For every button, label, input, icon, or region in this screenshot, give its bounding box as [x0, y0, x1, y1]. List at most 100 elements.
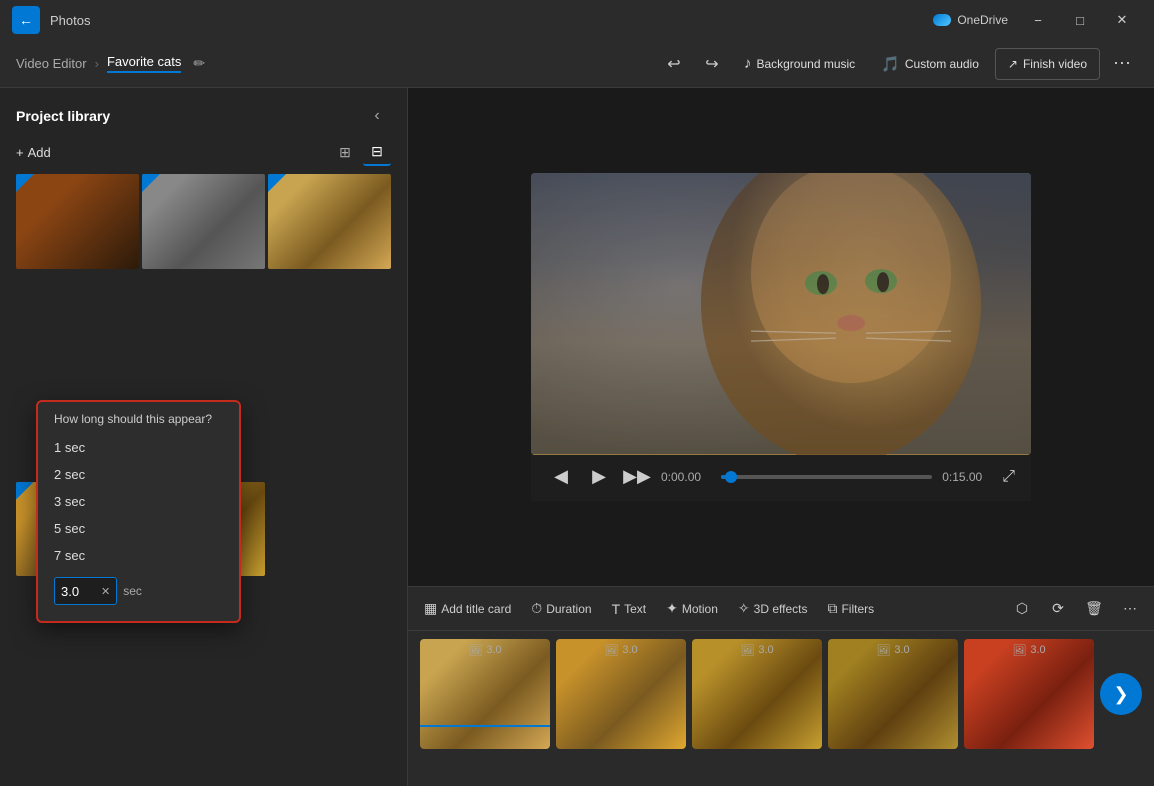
add-title-card-button[interactable]: ▦ Add title card — [416, 594, 519, 624]
library-toolbar: + Add ⊞ ⊟ — [0, 138, 407, 174]
minimize-button[interactable]: − — [1018, 6, 1058, 34]
skip-forward-button[interactable]: ▶▶ — [623, 463, 651, 491]
add-media-button[interactable]: + Add — [16, 145, 51, 160]
maximize-button[interactable]: □ — [1060, 6, 1100, 34]
timeline-item[interactable]: 🖼 3.0 — [964, 639, 1094, 749]
fullscreen-button[interactable]: ⤢ — [1002, 468, 1015, 486]
duration-option-5sec[interactable]: 5 sec — [38, 515, 239, 542]
timeline-item-footer: 🖼 3.0 — [692, 639, 822, 661]
redo-button[interactable]: ↪ — [696, 48, 728, 80]
finish-video-button[interactable]: ↗ Finish video — [995, 48, 1100, 80]
more-options-button[interactable]: ⋯ — [1106, 48, 1138, 80]
music-icon: ♪ — [744, 55, 752, 72]
finish-icon: ↗ — [1008, 57, 1018, 71]
play-button[interactable]: ▶ — [585, 463, 613, 491]
image-icon: 🖼 — [604, 644, 618, 657]
rotate-button[interactable]: ⟳ — [1042, 594, 1074, 624]
motion-button[interactable]: ✦ Motion — [658, 594, 726, 624]
3d-effects-button[interactable]: ✧ 3D effects — [730, 594, 816, 624]
duration-option-1sec[interactable]: 1 sec — [38, 434, 239, 461]
image-icon: 🖼 — [876, 644, 890, 657]
timeline-item[interactable]: 🖼 3.0 — [692, 639, 822, 749]
add-title-label: Add title card — [441, 602, 511, 616]
image-icon: 🖼 — [1012, 644, 1026, 657]
timeline-item-footer: 🖼 3.0 — [964, 639, 1094, 661]
total-time: 0:15.00 — [942, 470, 992, 484]
motion-icon: ✦ — [666, 600, 678, 617]
grid-view-button[interactable]: ⊞ — [331, 138, 359, 166]
breadcrumb-parent: Video Editor — [16, 56, 87, 71]
video-controls: ◀ ▶ ▶▶ 0:00.00 0:15.00 ⤢ — [531, 455, 1031, 501]
thumb-corner-indicator — [268, 174, 286, 192]
custom-duration-input[interactable] — [61, 584, 97, 599]
duration-button[interactable]: ⏱ Duration — [523, 594, 599, 624]
clear-custom-input[interactable]: ✕ — [101, 585, 110, 598]
timeline-item[interactable]: 🖼 3.0 — [828, 639, 958, 749]
title-card-icon: ▦ — [424, 600, 437, 617]
edit-title-icon[interactable]: ✏ — [193, 55, 205, 72]
timeline-duration: 3.0 — [1030, 644, 1045, 656]
project-library-header: Project library ‹ — [0, 88, 407, 138]
current-time: 0:00.00 — [661, 470, 711, 484]
text-button[interactable]: T Text — [604, 594, 655, 624]
text-label: Text — [624, 602, 646, 616]
timeline-duration: 3.0 — [894, 644, 909, 656]
collapse-panel-button[interactable]: ‹ — [363, 102, 391, 130]
media-thumb[interactable] — [142, 174, 265, 269]
onedrive-label: OneDrive — [957, 13, 1008, 27]
right-panel: ◀ ▶ ▶▶ 0:00.00 0:15.00 ⤢ — [408, 88, 1154, 786]
progress-bar[interactable] — [721, 475, 932, 479]
custom-audio-button[interactable]: 🎵 Custom audio — [871, 48, 989, 80]
filters-button[interactable]: ⧉ Filters — [819, 594, 882, 624]
more-strip-button[interactable]: ⋯ — [1114, 594, 1146, 624]
media-thumb[interactable] — [268, 174, 391, 269]
thumb-corner-indicator — [16, 174, 34, 192]
timeline-duration: 3.0 — [622, 644, 637, 656]
undo-button[interactable]: ↩ — [658, 48, 690, 80]
timeline-item-footer: 🖼 3.0 — [420, 639, 550, 661]
controls-row: ◀ ▶ ▶▶ 0:00.00 0:15.00 ⤢ — [547, 463, 1015, 491]
back-icon: ← — [19, 12, 33, 28]
effects-label: 3D effects — [754, 602, 808, 616]
duration-option-3sec[interactable]: 3 sec — [38, 488, 239, 515]
bottom-strip: ▦ Add title card ⏱ Duration T Text ✦ Mot… — [408, 586, 1154, 786]
duration-popup: How long should this appear? 1 sec 2 sec… — [36, 400, 241, 623]
video-canvas — [531, 173, 1031, 454]
timeline-duration: 3.0 — [486, 644, 501, 656]
video-frame — [531, 173, 1031, 454]
motion-label: Motion — [682, 602, 718, 616]
duration-icon: ⏱ — [531, 600, 542, 617]
app-toolbar: Video Editor › Favorite cats ✏ ↩ ↪ ♪ Bac… — [0, 40, 1154, 88]
duration-option-2sec[interactable]: 2 sec — [38, 461, 239, 488]
media-thumb[interactable] — [16, 174, 139, 269]
delete-button[interactable]: 🗑 — [1078, 594, 1110, 624]
breadcrumb-current: Favorite cats — [107, 54, 181, 73]
duration-label: Duration — [546, 602, 591, 616]
finish-video-label: Finish video — [1023, 57, 1087, 71]
background-music-button[interactable]: ♪ Background music — [734, 48, 865, 80]
titlebar: ← Photos OneDrive − □ ✕ — [0, 0, 1154, 40]
strip-toolbar: ▦ Add title card ⏱ Duration T Text ✦ Mot… — [408, 587, 1154, 631]
timeline-row: 🖼 3.0 🖼 3.0 🖼 3.0 — [408, 631, 1154, 757]
progress-thumb[interactable] — [725, 471, 737, 483]
timeline-item[interactable]: 🖼 3.0 — [556, 639, 686, 749]
custom-unit-label: sec — [123, 584, 142, 598]
duration-option-7sec[interactable]: 7 sec — [38, 542, 239, 569]
back-button[interactable]: ← — [12, 6, 40, 34]
image-icon: 🖼 — [740, 644, 754, 657]
next-slide-button[interactable]: ❯ — [1100, 673, 1142, 715]
project-library-title: Project library — [16, 108, 110, 124]
video-preview: ◀ ▶ ▶▶ 0:00.00 0:15.00 ⤢ — [408, 88, 1154, 586]
timeline-duration: 3.0 — [758, 644, 773, 656]
app-name: Photos — [50, 13, 923, 28]
close-button[interactable]: ✕ — [1102, 6, 1142, 34]
skip-back-button[interactable]: ◀ — [547, 463, 575, 491]
filters-label: Filters — [841, 602, 874, 616]
text-icon: T — [612, 601, 621, 617]
crop-button[interactable]: ⬡ — [1006, 594, 1038, 624]
background-music-label: Background music — [756, 57, 855, 71]
list-view-button[interactable]: ⊟ — [363, 138, 391, 166]
audio-icon: 🎵 — [881, 55, 900, 73]
timeline-item-footer: 🖼 3.0 — [556, 639, 686, 661]
timeline-item[interactable]: 🖼 3.0 — [420, 639, 550, 749]
